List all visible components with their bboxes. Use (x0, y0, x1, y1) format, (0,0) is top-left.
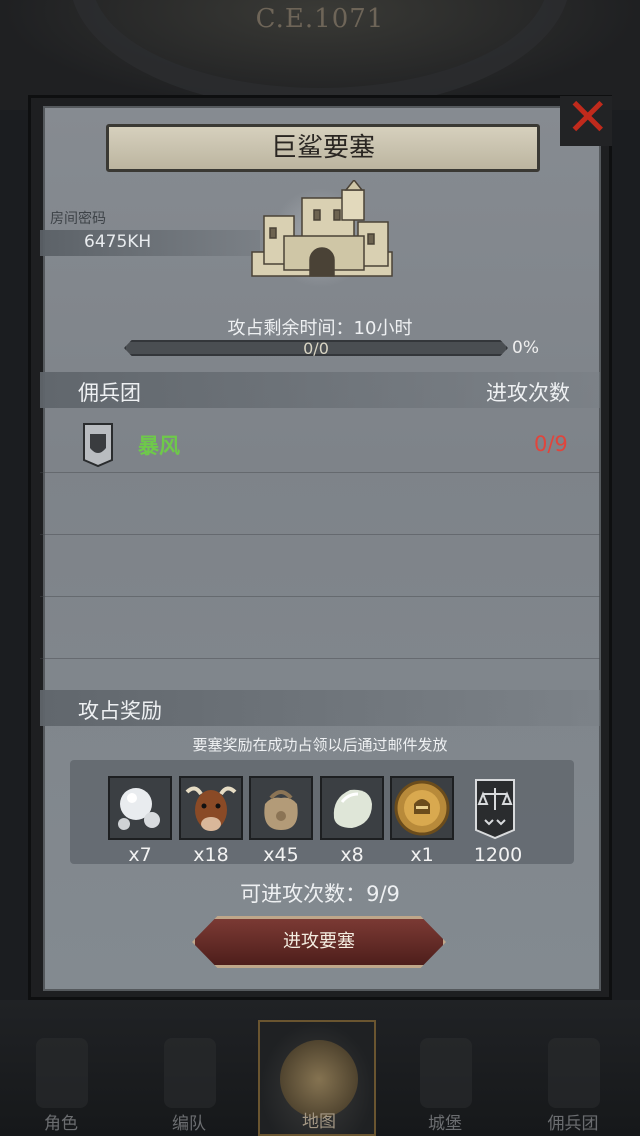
nav-label: 城堡 (428, 1114, 462, 1134)
occupy-progress-percent: 0% (512, 338, 539, 358)
mercenary-name: 暴风 (138, 434, 180, 458)
reward-quantity: x45 (263, 844, 299, 866)
reward-item[interactable] (390, 776, 454, 840)
reward-quantity: 1200 (473, 844, 523, 866)
close-icon: ✕ (566, 88, 610, 148)
mercenary-attack-count: 0/9 (534, 432, 568, 456)
available-attempts: 可进攻次数：9/9 (240, 882, 400, 906)
shield-icon (83, 423, 113, 468)
occupy-progress-text: 0/0 (303, 339, 329, 358)
attack-count-column-header: 进攻次数 (486, 381, 570, 405)
knight-medal-icon (394, 780, 450, 836)
room-code-label: 房间密码 (50, 211, 106, 227)
reward-item[interactable] (249, 776, 313, 840)
reward-item[interactable] (470, 776, 520, 840)
nav-item-formation[interactable]: 编队 (130, 1020, 248, 1136)
character-icon (36, 1038, 88, 1108)
sack-icon (264, 790, 298, 830)
nav-item-mercenary[interactable]: 佣兵团 (514, 1020, 632, 1136)
pearl-icon (118, 788, 160, 830)
fortress-castle-icon (251, 180, 393, 277)
castle-nav-icon (420, 1038, 472, 1108)
row-divider (40, 658, 600, 659)
nav-label: 编队 (172, 1114, 206, 1134)
reward-quantity: x8 (340, 844, 364, 866)
rewards-title: 攻占奖励 (78, 699, 162, 723)
nav-label: 佣兵团 (547, 1114, 599, 1134)
close-button[interactable]: ✕ (560, 92, 612, 146)
guild-banner-icon (475, 779, 515, 840)
attack-fortress-button[interactable]: 进攻要塞 (192, 916, 446, 968)
fortress-title: 巨鲨要塞 (106, 124, 540, 172)
background-scene: C.E.1071 (0, 0, 640, 110)
row-divider (40, 534, 600, 535)
moonstone-icon (333, 789, 372, 828)
reward-item[interactable] (320, 776, 384, 840)
formation-icon (164, 1038, 216, 1108)
row-divider (40, 596, 600, 597)
rewards-note: 要塞奖励在成功占领以后通过邮件发放 (192, 736, 448, 754)
reward-item[interactable] (179, 776, 243, 840)
room-code-value[interactable]: 6475KH (84, 232, 151, 252)
reward-quantity: x1 (410, 844, 434, 866)
row-divider (40, 472, 600, 473)
mercenary-row[interactable] (40, 412, 600, 472)
mercenary-column-header: 佣兵团 (78, 381, 141, 405)
nav-label: 角色 (44, 1114, 78, 1134)
mercenary-nav-icon (548, 1038, 600, 1108)
nav-label: 地图 (302, 1112, 336, 1132)
reward-item[interactable] (108, 776, 172, 840)
reward-quantity: x18 (193, 844, 229, 866)
ox-icon (185, 786, 237, 831)
nav-item-character[interactable]: 角色 (2, 1020, 120, 1136)
nav-item-map[interactable]: 地图 (258, 1020, 376, 1136)
occupy-remaining-time: 攻占剩余时间：10小时 (227, 318, 413, 339)
nav-item-castle[interactable]: 城堡 (386, 1020, 504, 1136)
era-label: C.E.1071 (255, 4, 385, 34)
reward-quantity: x7 (128, 844, 152, 866)
